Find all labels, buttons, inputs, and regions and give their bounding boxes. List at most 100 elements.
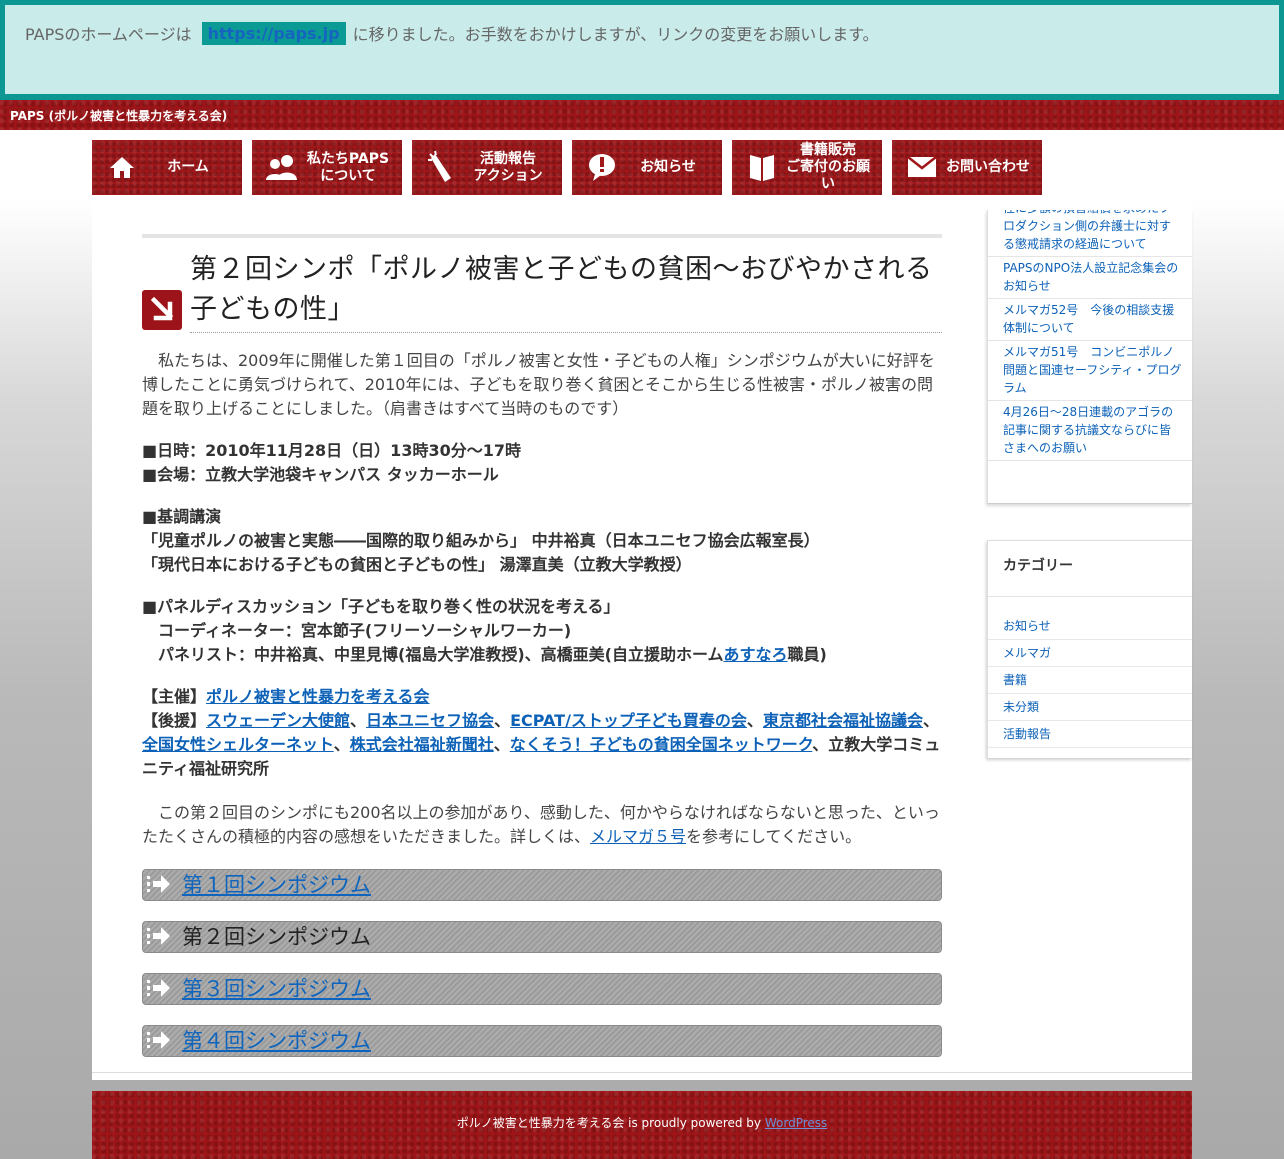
panel-panelists: パネリスト：中井裕真、中里見博(福島大学准教授)、高橋亜美(自立援助ホームあすな… [142,643,942,667]
category-link[interactable]: お知らせ [988,613,1192,640]
supporter-link[interactable]: 東京都社会福祉協議会 [763,711,923,730]
category-link[interactable]: 活動報告 [988,721,1192,748]
host-link[interactable]: ポルノ被害と性暴力を考える会 [206,687,430,706]
article-header: 第２回シンポ「ポルノ被害と子どもの貧困～おびやかされる子どもの性」 [142,238,942,333]
nav-activity-label: 活動報告 アクション [473,150,543,184]
nav-books-label: 書籍販売 ご寄付のお願い [786,142,870,192]
nav-contact-label: お問い合わせ [946,159,1030,175]
recent-posts-widget[interactable]: 性に多額の損害賠償を求めたプロダクション側の弁護士に対する懲戒請求の経過について… [987,210,1192,504]
keynote-heading: ■基調講演 [142,507,222,526]
symposium-1-link[interactable]: 第１回シンポジウム [182,871,371,899]
site-header-strip: PAPS (ポルノ被害と性暴力を考える会) [0,100,1284,130]
categories-list: お知らせ メルマガ 書籍 未分類 活動報告 [988,613,1192,748]
event-info: ■日時：2010年11月28日（日）13時30分～17時 ■会場：立教大学池袋キ… [142,439,942,487]
footer-text: ポルノ被害と性暴力を考える会 is proudly powered by [456,1116,765,1130]
intro-paragraph: 私たちは、2009年に開催した第１回目の「ポルノ被害と女性・子どもの人権」シンポ… [142,351,935,418]
keynote-1: 「児童ポルノの被害と実態――国際的取り組みから」 中井裕真（日本ユニセフ協会広報… [142,531,820,550]
separator: 、 [493,735,510,754]
arrow-right-icon [147,1029,171,1053]
nav-news-button[interactable]: お知らせ [572,140,722,195]
newsletter-5-link[interactable]: メルマガ５号 [590,827,686,846]
symposium-3-bar[interactable]: 第３回シンポジウム [142,973,942,1005]
nav-home-button[interactable]: ホーム [92,140,242,195]
support-label: 【後援】 [142,711,207,730]
separator: 、 [494,711,511,730]
site-title[interactable]: PAPS (ポルノ被害と性暴力を考える会) [10,107,227,124]
keynote-2: 「現代日本における子どもの貧困と子どもの性」 湯澤直美（立教大学教授） [142,555,692,574]
supporter-link[interactable]: スウェーデン大使館 [206,711,350,730]
outro-paragraph: この第２回目のシンポにも200名以上の参加があり、感動した、何かやらなければなら… [142,801,942,849]
nav-about-button[interactable]: 私たちPAPS について [252,140,402,195]
nav-news-label: お知らせ [640,159,696,175]
supporter-link[interactable]: ECPAT/ストップ子ども買春の会 [510,711,747,730]
symposium-1-bar[interactable]: 第１回シンポジウム [142,869,942,901]
symposium-3-link[interactable]: 第３回シンポジウム [182,975,371,1003]
site-footer: ポルノ被害と性暴力を考える会 is proudly powered by Wor… [92,1091,1192,1159]
separator: 、 [746,711,763,730]
category-link[interactable]: メルマガ [988,640,1192,667]
recent-post-link[interactable]: 性に多額の損害賠償を求めたプロダクション側の弁護士に対する懲戒請求の経過について [988,210,1192,257]
symposium-2-bar: 第２回シンポジウム [142,921,942,953]
megaphone-icon [422,150,462,185]
separator: 、 [333,735,350,754]
notice-text-before: PAPSのホームページは [25,25,192,44]
supporter-link[interactable]: なくそう！子どもの貧困全国ネットワーク [510,735,813,754]
arrow-down-right-icon [142,290,182,330]
nav-activity-button[interactable]: 活動報告 アクション [412,140,562,195]
home-icon [102,155,142,180]
footer-divider [92,1072,1192,1073]
recent-post-link[interactable]: 4月26日〜28日連載のアゴラの記事に関する抗議文ならびに皆さまへのお願い [988,401,1192,461]
nav-about-label: 私たちPAPS について [306,150,390,184]
recent-post-link[interactable]: メルマガ52号 今後の相談支援体制について [988,299,1192,341]
arrow-right-icon [147,925,171,949]
supporter-link[interactable]: 株式会社福祉新聞社 [350,735,494,754]
notice-new-site-link[interactable]: https://paps.jp [201,21,346,45]
moved-notice-banner: PAPSのホームページは https://paps.jp に移りました。お手数を… [0,0,1284,100]
panelists-text: パネリスト：中井裕真、中里見博(福島大学准教授)、高橋亜美(自立援助ホーム [158,645,724,664]
keynote-section: ■基調講演 「児童ポルノの被害と実態――国際的取り組みから」 中井裕真（日本ユニ… [142,505,942,577]
notice-text-after: に移りました。お手数をおかけしますが、リンクの変更をお願いします。 [352,25,879,44]
nav-home-label: ホーム [167,159,209,175]
page-title: 第２回シンポ「ポルノ被害と子どもの貧困～おびやかされる子どもの性」 [190,250,942,333]
footer-credit: ポルノ被害と性暴力を考える会 is proudly powered by Wor… [92,1114,1192,1131]
mail-icon [902,156,942,179]
wordpress-link[interactable]: WordPress [765,1116,827,1130]
symposium-4-bar[interactable]: 第４回シンポジウム [142,1025,942,1057]
panel-section: ■パネルディスカッション「子どもを取り巻く性の状況を考える」 コーディネーター：… [142,595,942,667]
categories-title: カテゴリー [988,541,1192,597]
host-label: 【主催】 [142,687,207,706]
symposium-4-link[interactable]: 第４回シンポジウム [182,1027,371,1055]
panel-coordinator: コーディネーター：宮本節子(フリーソーシャルワーカー) [158,621,572,640]
recent-post-link[interactable]: メルマガ51号 コンビニポルノ問題と国連セーフシティ・プログラム [988,341,1192,401]
outro-tail: を参考にしてください。 [686,827,862,846]
supporters-line: 【後援】スウェーデン大使館、日本ユニセフ協会、ECPAT/ストップ子ども買春の会… [142,709,942,781]
main-nav: ホーム 私たちPAPS について 活動報告 アクション お知らせ 書籍販売 ご寄… [92,140,1052,195]
separator: 、 [350,711,367,730]
symposium-2-current: 第２回シンポジウム [182,925,371,949]
book-icon [742,152,782,183]
recent-post-link[interactable]: PAPSのNPO法人設立記念集会のお知らせ [988,257,1192,299]
arrow-right-icon [147,873,171,897]
article: 第２回シンポ「ポルノ被害と子どもの貧困～おびやかされる子どもの性」 私たちは、2… [142,234,942,1057]
arrow-right-icon [147,977,171,1001]
organizers-section: 【主催】ポルノ被害と性暴力を考える会 【後援】スウェーデン大使館、日本ユニセフ協… [142,685,942,781]
content-area: 第２回シンポ「ポルノ被害と子どもの貧困～おびやかされる子どもの性」 私たちは、2… [92,200,1192,1080]
nav-books-button[interactable]: 書籍販売 ご寄付のお願い [732,140,882,195]
category-link[interactable]: 未分類 [988,694,1192,721]
separator: 、 [922,711,939,730]
panel-heading: ■パネルディスカッション「子どもを取り巻く性の状況を考える」 [142,597,620,616]
supporter-link[interactable]: 全国女性シェルターネット [142,735,334,754]
host-line: 【主催】ポルノ被害と性暴力を考える会 [142,685,942,709]
event-date: ■日時：2010年11月28日（日）13時30分～17時 [142,441,521,460]
notice-message: PAPSのホームページは https://paps.jp に移りました。お手数を… [25,21,879,45]
people-icon [262,154,302,181]
asunaro-link[interactable]: あすなろ [723,645,787,664]
supporter-link[interactable]: 日本ユニセフ協会 [366,711,494,730]
nav-contact-button[interactable]: お問い合わせ [892,140,1042,195]
categories-widget: カテゴリー お知らせ メルマガ 書籍 未分類 活動報告 [987,540,1192,758]
category-link[interactable]: 書籍 [988,667,1192,694]
recent-posts-list: 性に多額の損害賠償を求めたプロダクション側の弁護士に対する懲戒請求の経過について… [988,210,1192,461]
exclamation-icon [582,152,622,183]
panelists-tail: 職員) [787,645,827,664]
event-venue: ■会場：立教大学池袋キャンパス タッカーホール [142,465,499,484]
